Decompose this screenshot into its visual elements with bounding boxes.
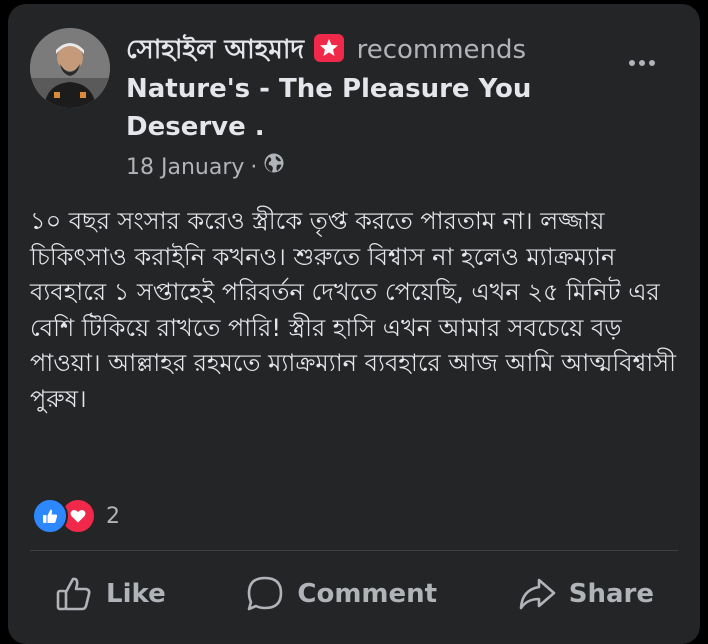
comment-bubble-icon [245,574,285,614]
divider [30,550,678,551]
more-options-icon[interactable] [620,48,664,78]
share-button[interactable]: Share [493,574,678,614]
like-label: Like [106,579,166,609]
action-bar: Like Comment Share [30,566,678,622]
share-label: Share [568,579,654,609]
recommends-text: recommends [356,35,527,65]
author-name[interactable]: সোহাইল আহমাদ [126,35,304,65]
avatar-image [30,28,110,108]
post-title-line: সোহাইল আহমাদ recommends [126,30,596,70]
comment-button[interactable]: Comment [221,574,461,614]
avatar[interactable] [30,28,110,108]
recommended-page-name[interactable]: Nature's - The Pleasure You Deserve . [126,70,596,146]
thumbs-up-icon [54,574,94,614]
reactions-summary[interactable]: 2 [32,498,120,534]
like-reaction-icon [32,498,68,534]
comment-label: Comment [297,579,438,609]
post-date[interactable]: 18 January [126,153,244,183]
share-arrow-icon [517,574,557,614]
post-meta: 18 January · [126,152,596,183]
like-button[interactable]: Like [30,574,190,614]
globe-icon [263,152,285,183]
post-header: সোহাইল আহমাদ recommends Nature's - The P… [126,30,596,183]
post-card: সোহাইল আহমাদ recommends Nature's - The P… [8,4,700,644]
reaction-count: 2 [106,503,120,529]
star-badge-icon [314,34,345,62]
post-body: ১০ বছর সংসার করেও স্ত্রীকে তৃপ্ত করতে পা… [30,207,676,413]
meta-separator: · [250,154,258,180]
